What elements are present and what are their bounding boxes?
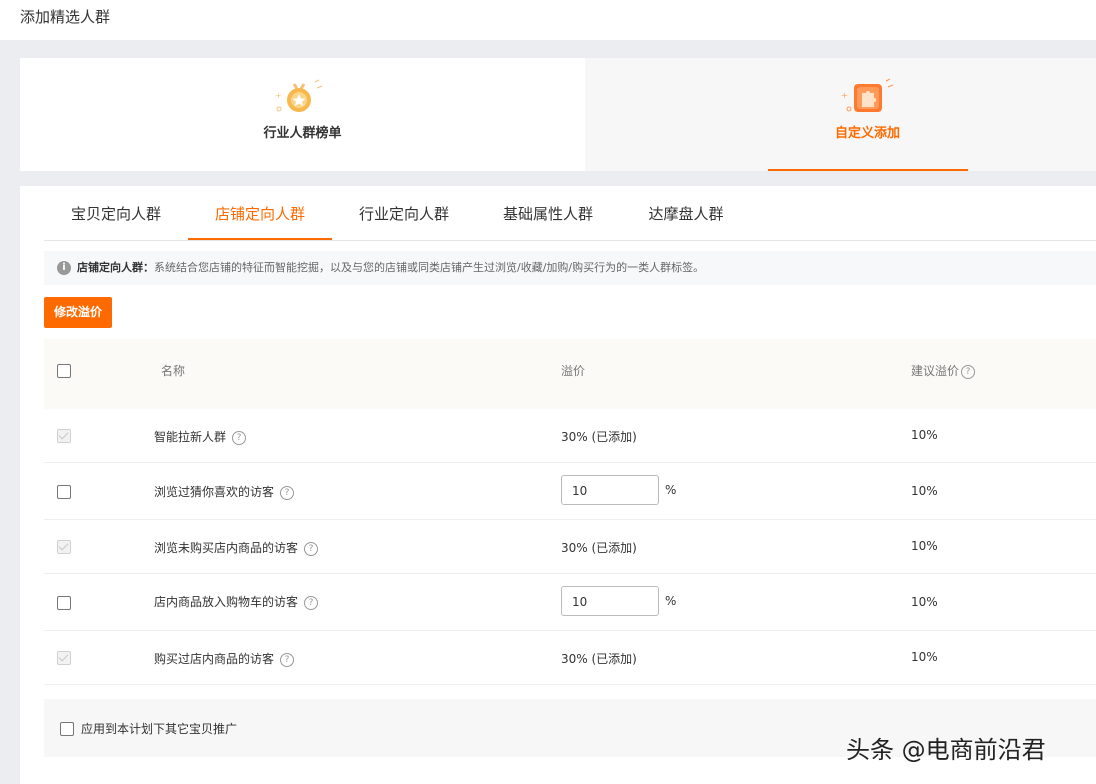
header-suggested-label: 建议溢价 — [911, 364, 960, 378]
card-label: 行业人群榜单 — [263, 126, 342, 141]
apply-other-items-checkbox[interactable] — [60, 722, 74, 736]
row-name-text: 智能拉新人群 — [154, 430, 227, 444]
header-suggested-premium: 建议溢价? — [911, 362, 976, 379]
tab-shop-crowd[interactable]: 店铺定向人群 — [188, 186, 332, 240]
row-name-text: 店内商品放入购物车的访客 — [154, 595, 299, 609]
top-bar: 添加精选人群 — [0, 0, 1096, 40]
percent-unit: % — [665, 594, 677, 608]
table-row: 购买过店内商品的访客? 30% (已添加) 10% — [44, 631, 1096, 685]
help-icon[interactable]: ? — [304, 542, 319, 556]
row-name: 智能拉新人群? — [154, 428, 247, 445]
tab-damopan-crowd[interactable]: 达摩盘人群 — [620, 186, 752, 240]
page-title: 添加精选人群 — [20, 8, 111, 26]
row-name-text: 购买过店内商品的访客 — [154, 652, 275, 666]
row-premium: 30% (已添加) — [561, 652, 637, 666]
mode-cards: + 行业人群榜单 + 自定义添加 — [20, 58, 1096, 171]
tip-body: 系统结合您店铺的特征而智能挖掘，以及与您的店铺或同类店铺产生过浏览/收藏/加购/… — [154, 261, 705, 274]
row-suggested: 10% — [911, 650, 938, 664]
row-checkbox[interactable] — [57, 485, 71, 499]
row-suggested: 10% — [911, 539, 938, 553]
table-row: 浏览未购买店内商品的访客? 30% (已添加) 10% — [44, 520, 1096, 574]
tab-basic-attr-crowd[interactable]: 基础属性人群 — [476, 186, 620, 240]
row-premium: 30% (已添加) — [561, 541, 637, 555]
row-name: 购买过店内商品的访客? — [154, 650, 295, 667]
row-name: 店内商品放入购物车的访客? — [154, 593, 319, 610]
row-checkbox[interactable] — [57, 596, 71, 610]
header-name: 名称 — [161, 364, 186, 378]
table-header: 名称 溢价 建议溢价? — [44, 339, 1096, 410]
premium-input[interactable]: 10 — [561, 475, 659, 505]
help-icon[interactable]: ? — [280, 653, 295, 667]
row-checkbox — [57, 651, 71, 665]
tab-item-crowd[interactable]: 宝贝定向人群 — [44, 186, 188, 240]
apply-other-items-label[interactable]: 应用到本计划下其它宝贝推广 — [81, 720, 237, 737]
premium-input[interactable]: 10 — [561, 586, 659, 616]
help-icon[interactable]: ? — [304, 596, 319, 610]
row-name: 浏览过猜你喜欢的访客? — [154, 483, 295, 500]
help-icon[interactable]: ? — [280, 486, 295, 500]
table-row: 智能拉新人群? 30% (已添加) 10% — [44, 409, 1096, 463]
row-name-text: 浏览过猜你喜欢的访客 — [154, 485, 275, 499]
tip-text: 店铺定向人群：系统结合您店铺的特征而智能挖掘，以及与您的店铺或同类店铺产生过浏览… — [77, 251, 704, 285]
header-premium: 溢价 — [561, 364, 586, 378]
row-checkbox — [57, 540, 71, 554]
active-card-indicator — [768, 169, 968, 171]
svg-text:+: + — [275, 91, 282, 100]
modify-premium-button[interactable]: 修改溢价 — [44, 297, 112, 328]
select-all-checkbox[interactable] — [57, 364, 71, 378]
row-name-text: 浏览未购买店内商品的访客 — [154, 541, 299, 555]
puzzle-piece-icon: + — [841, 78, 894, 112]
row-suggested: 10% — [911, 428, 938, 442]
row-checkbox — [57, 429, 71, 443]
info-tip: i 店铺定向人群：系统结合您店铺的特征而智能挖掘，以及与您的店铺或同类店铺产生过… — [44, 251, 1096, 285]
table-row: 浏览过猜你喜欢的访客? 10 % 10% — [44, 463, 1096, 520]
row-suggested: 10% — [911, 595, 938, 609]
card-industry-ranking[interactable]: + 行业人群榜单 — [20, 58, 585, 171]
table-row: 店内商品放入购物车的访客? 10 % 10% — [44, 574, 1096, 631]
crowd-panel: 宝贝定向人群 店铺定向人群 行业定向人群 基础属性人群 达摩盘人群 i 店铺定向… — [20, 186, 1096, 784]
help-icon[interactable]: ? — [232, 431, 247, 445]
tip-title: 店铺定向人群： — [77, 261, 154, 274]
crowd-tabs: 宝贝定向人群 店铺定向人群 行业定向人群 基础属性人群 达摩盘人群 — [44, 186, 1096, 241]
card-custom-add[interactable]: + 自定义添加 — [585, 58, 1096, 171]
watermark: 头条 @电商前沿君 — [846, 736, 1046, 764]
svg-text:+: + — [841, 91, 848, 100]
tab-industry-crowd[interactable]: 行业定向人群 — [332, 186, 476, 240]
row-premium: 30% (已添加) — [561, 430, 637, 444]
help-icon[interactable]: ? — [961, 365, 976, 379]
row-name: 浏览未购买店内商品的访客? — [154, 539, 319, 556]
percent-unit: % — [665, 483, 677, 497]
info-icon: i — [57, 261, 71, 275]
medal-star-icon: + — [275, 79, 323, 112]
row-suggested: 10% — [911, 484, 938, 498]
card-label: 自定义添加 — [834, 126, 900, 141]
